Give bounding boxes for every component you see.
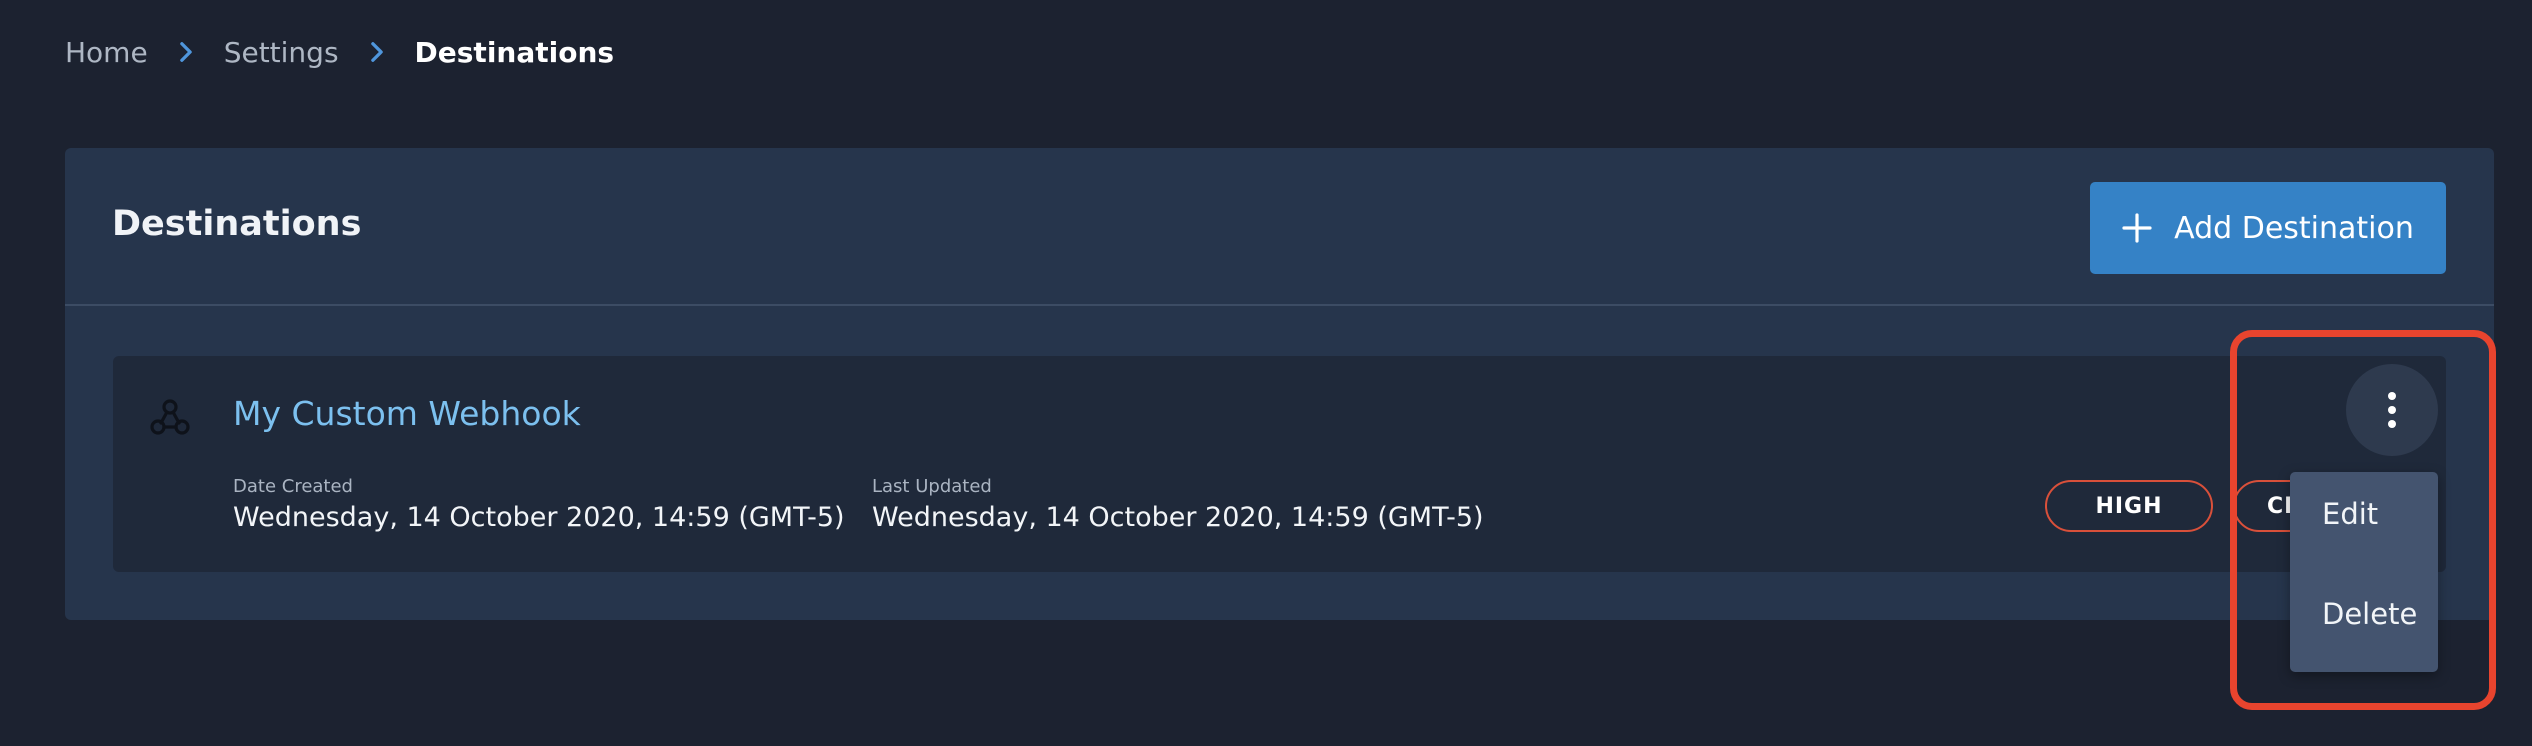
page-title: Destinations (112, 204, 362, 244)
plus-icon (2122, 213, 2152, 243)
kebab-dot (2388, 406, 2396, 414)
panel-header: Destinations Add Destination (65, 148, 2494, 306)
destinations-panel: Destinations Add Destination My Custom W… (65, 148, 2494, 620)
menu-item-edit[interactable]: Edit (2290, 474, 2438, 554)
breadcrumb: Home Settings Destinations (65, 32, 614, 72)
severity-badge-high: HIGH (2045, 480, 2213, 532)
actions-dropdown-menu: Edit Delete (2290, 472, 2438, 672)
breadcrumb-home[interactable]: Home (65, 36, 148, 69)
kebab-dot (2388, 420, 2396, 428)
kebab-dot (2388, 392, 2396, 400)
breadcrumb-destinations: Destinations (414, 35, 615, 69)
add-destination-label: Add Destination (2174, 210, 2414, 246)
chevron-right-icon (369, 41, 385, 63)
add-destination-button[interactable]: Add Destination (2090, 182, 2446, 274)
menu-item-delete[interactable]: Delete (2290, 574, 2438, 654)
breadcrumb-settings[interactable]: Settings (224, 36, 339, 69)
date-created-value: Wednesday, 14 October 2020, 14:59 (GMT-5… (233, 502, 845, 533)
date-created-label: Date Created (233, 476, 353, 497)
last-updated-label: Last Updated (872, 476, 992, 497)
destination-card: My Custom Webhook Date Created Wednesday… (113, 356, 2446, 572)
chevron-right-icon (178, 41, 194, 63)
last-updated-value: Wednesday, 14 October 2020, 14:59 (GMT-5… (872, 502, 1484, 533)
webhook-icon (150, 399, 190, 435)
destination-name-link[interactable]: My Custom Webhook (233, 394, 581, 433)
kebab-menu-icon[interactable] (2346, 364, 2438, 456)
